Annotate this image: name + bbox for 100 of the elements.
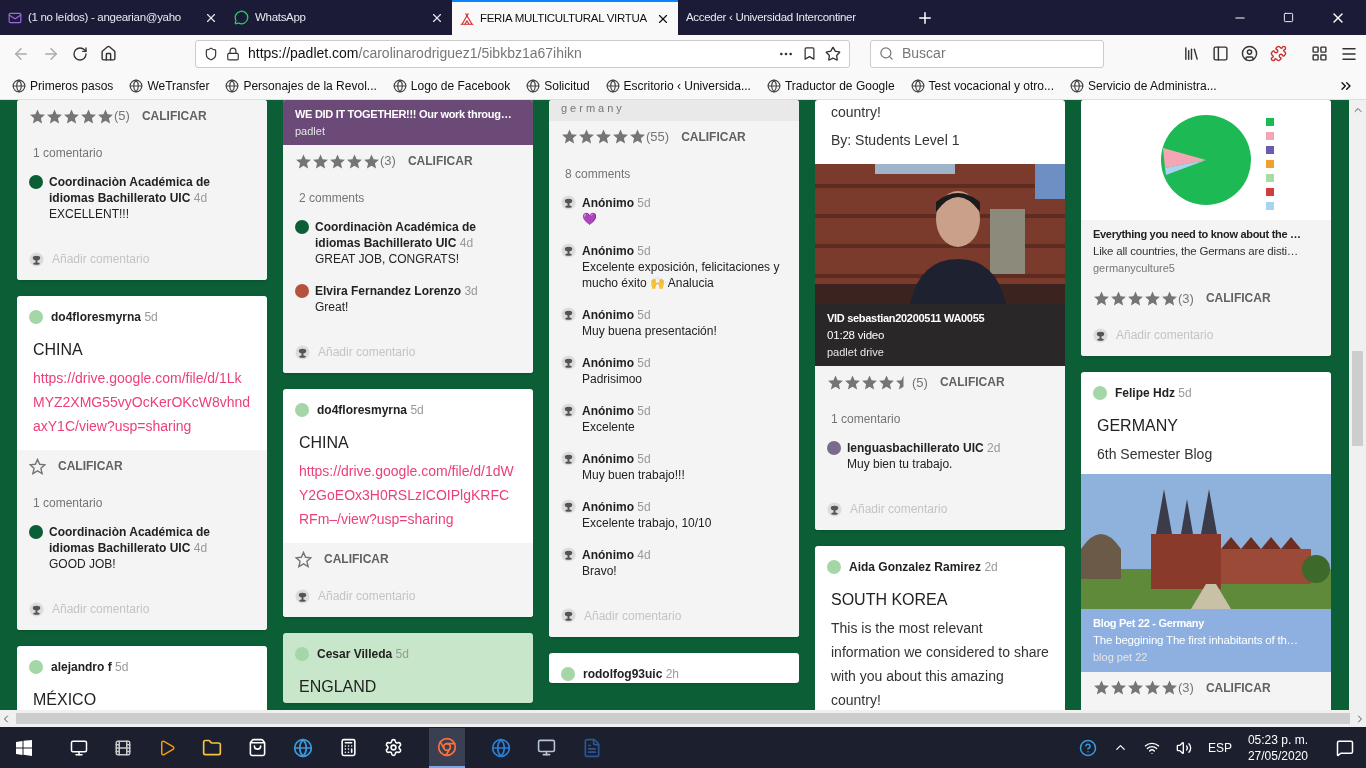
calculator-icon[interactable]	[339, 738, 358, 757]
globe-icon	[910, 78, 925, 93]
help-icon[interactable]	[1078, 738, 1097, 757]
search-field[interactable]: Buscar	[870, 39, 1104, 68]
comment-text: Bravo!	[582, 562, 618, 579]
rate-button[interactable]: CALIFICAR	[324, 550, 389, 568]
notifications-icon[interactable]	[1336, 738, 1354, 757]
store-icon[interactable]	[248, 738, 267, 757]
post-title: SOUTH KOREA	[830, 590, 949, 611]
avatar-icon	[1093, 386, 1107, 401]
rate-button[interactable]: CALIFICAR	[1205, 678, 1271, 697]
comment-author: Anónimo 5d	[582, 306, 652, 323]
restore-icon[interactable]	[1283, 12, 1294, 23]
rating-count: (5)	[912, 373, 928, 392]
extension-icon[interactable]	[1270, 45, 1287, 62]
library-icon[interactable]	[1183, 45, 1200, 62]
start-icon[interactable]	[16, 739, 32, 756]
post-link[interactable]: https://drive.google.com/file/d/1dWY2GoEOx3H0RSLzICOIPlgKRFCRFm–/view?usp=sharing	[283, 459, 533, 543]
bookmark-item[interactable]: Servicio de Administra...	[1087, 76, 1217, 95]
bookmark-item[interactable]: Primeros pasos	[30, 76, 114, 95]
bookmark-item[interactable]: Escritorio ‹ Universida...	[623, 76, 751, 95]
anonymous-icon	[29, 251, 44, 267]
horizontal-scrollbar[interactable]	[0, 710, 1366, 727]
rating-count: (3)	[1178, 678, 1194, 697]
bookmark-item[interactable]: Solicitud	[544, 76, 590, 95]
post-link[interactable]: https://drive.google.com/file/d/1LkMYZ2XMG55vyOcKerOKcW8vhndaxY1C/view?usp=sharing	[17, 366, 267, 450]
play-icon[interactable]	[158, 738, 176, 757]
language-indicator[interactable]: ESP	[1207, 738, 1232, 757]
apps-icon[interactable]	[1311, 45, 1328, 62]
reload-icon[interactable]	[72, 45, 88, 62]
comment-text: Muy buen trabajo!!!	[582, 466, 685, 483]
post-text: This is the most relevant information we considered to share with you about this amazing country!	[830, 619, 1050, 710]
anonymous-icon	[29, 601, 44, 617]
globe-icon	[225, 78, 240, 93]
comment-count: 8 comments	[564, 165, 632, 183]
attachment-title: VID sebastian20200511 WA0055	[827, 311, 986, 326]
rate-button[interactable]: CALIFICAR	[58, 457, 123, 475]
clock[interactable]: 05:23 p. m. 27/05/2020	[1247, 731, 1308, 764]
attachment-description: The beggining The first inhabitants of th…	[1093, 632, 1299, 648]
sidebar-icon[interactable]	[1212, 45, 1229, 62]
rating-count: (3)	[1178, 289, 1194, 308]
chat-bubble-icon	[234, 10, 249, 25]
monitor-icon[interactable]	[537, 738, 556, 757]
post-title: CHINA	[32, 340, 84, 360]
comment-text: Excelente	[582, 418, 636, 435]
post-caption: germany	[549, 100, 799, 121]
browser-tab[interactable]: FERIA MULTICULTURAL VIRTUA	[452, 0, 678, 35]
bookmark-item[interactable]: Traductor de Google	[784, 76, 895, 95]
browser-tab[interactable]: WhatsApp	[226, 0, 452, 35]
comment-text: Excelente exposición, felicitaciones y mucho éxito 🙌 Analucia	[582, 258, 781, 291]
settings-icon[interactable]	[384, 738, 403, 757]
attachment-source: blog pet 22	[1093, 650, 1149, 665]
attachment-title: WE DID IT TOGETHER!!! Our work throug…	[295, 107, 513, 122]
comment-text: EXCELLENT!!!	[49, 206, 131, 222]
address-bar[interactable]: https://padlet.com/carolinarodriguez1/5ibkbz1a67ihikn	[195, 39, 850, 68]
scrollbar-thumb[interactable]	[15, 713, 1351, 724]
comment-author: Anónimo 4d	[582, 546, 651, 563]
attachment-title: Everything you need to know about the …	[1093, 227, 1302, 242]
post-author: do4floresmyrna 5d	[317, 402, 424, 419]
bookmark-item[interactable]: WeTransfer	[147, 76, 210, 95]
rate-button[interactable]: CALIFICAR	[1205, 289, 1271, 308]
anonymous-icon	[827, 501, 842, 517]
scrollbar-thumb[interactable]	[1352, 351, 1363, 446]
account-icon[interactable]	[1241, 45, 1258, 62]
bookmark-item[interactable]: Logo de Facebook	[410, 76, 511, 95]
comment-author: Coordinaciòn Académica de idiomas Bachillerato UIC 4d	[49, 524, 211, 556]
comment-text: Excelente trabajo, 10/10	[582, 514, 712, 531]
rate-button[interactable]: CALIFICAR	[407, 152, 473, 170]
url-text: https://padlet.com/carolinarodriguez1/5ibkbz1a67ihikn	[248, 44, 582, 63]
vertical-scrollbar[interactable]	[1349, 100, 1366, 710]
bookmark-item[interactable]: Personajes de la Revol...	[243, 76, 377, 95]
globe-icon	[605, 78, 620, 93]
bookmark-item[interactable]: Test vocacional y otro...	[928, 76, 1054, 95]
tent-icon	[460, 11, 474, 26]
tab-title: Acceder ‹ Universidad Intercontiner	[686, 9, 857, 25]
save-icon[interactable]	[802, 46, 817, 61]
globe-icon	[12, 78, 26, 93]
browser-tab[interactable]: Acceder ‹ Universidad Intercontiner	[678, 0, 904, 35]
post-author: Aida Gonzalez Ramirez 2d	[849, 559, 998, 577]
comment-count: 1 comentario	[830, 411, 902, 429]
film-icon[interactable]	[114, 738, 132, 757]
post-text: By: Students Level 1	[830, 131, 961, 150]
comment-author: Anónimo 5d	[582, 354, 651, 371]
browser-icon[interactable]	[293, 737, 313, 758]
comment-author: Anónimo 5d	[582, 450, 652, 467]
rate-button[interactable]: CALIFICAR	[141, 107, 207, 125]
comment-author: Anónimo 5d	[582, 402, 651, 419]
comment-text: Muy buena presentación!	[582, 322, 717, 339]
folder-icon[interactable]	[202, 737, 222, 758]
comment-count: 2 comments	[298, 190, 366, 207]
volume-icon[interactable]	[1175, 739, 1192, 756]
tab-title: WhatsApp	[255, 9, 307, 25]
bookmark-star-icon[interactable]	[825, 45, 841, 62]
globe-icon	[129, 78, 144, 93]
comment-author: Coordinaciòn Académica de idiomas Bachillerato UIC 4d	[49, 174, 211, 206]
post-text: country!	[830, 103, 882, 122]
rate-button[interactable]: CALIFICAR	[939, 373, 1005, 392]
browser-tab[interactable]: (1 no leídos) - angearian@yaho	[0, 0, 226, 35]
rate-button[interactable]: CALIFICAR	[681, 127, 746, 146]
home-icon[interactable]	[100, 45, 117, 62]
